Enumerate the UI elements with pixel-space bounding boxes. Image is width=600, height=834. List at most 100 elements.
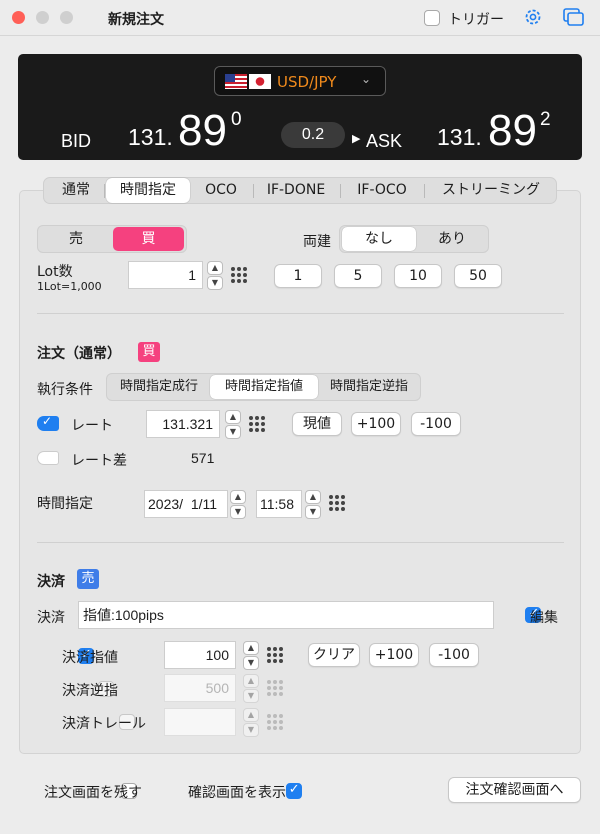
settle-label: 決済 <box>37 610 65 626</box>
settle-minus-100-button[interactable]: -100 <box>429 643 479 667</box>
rate-input[interactable]: 131.321 <box>146 410 220 438</box>
gear-icon[interactable] <box>523 7 543 27</box>
pair-label: USD/JPY <box>277 73 337 91</box>
lot-input[interactable]: 1 <box>128 261 203 289</box>
chevron-down-icon: ⌄ <box>361 72 372 86</box>
rate-plus-100-button[interactable]: +100 <box>351 412 401 436</box>
japan-flag-icon <box>249 74 271 89</box>
current-price-button[interactable]: 現値 <box>292 412 342 436</box>
zoom-window-button[interactable] <box>60 11 73 24</box>
rate-label: レート <box>71 418 113 434</box>
rate-ticker: USD/JPY ⌄ BID 131. 89 0 0.2 ▶ ASK 131. 8… <box>18 54 582 160</box>
settle-stop-input[interactable]: 500 <box>164 674 236 702</box>
ask-arrow-icon: ▶ <box>352 132 361 145</box>
tab-separator <box>104 184 105 198</box>
settle-limit-input[interactable]: 100 <box>164 641 236 669</box>
trigger-checkbox[interactable] <box>424 10 440 26</box>
tab-normal[interactable]: 通常 <box>48 178 104 203</box>
windows-icon[interactable] <box>563 8 585 28</box>
ask-label: ASK <box>366 131 403 151</box>
exec-limit-button[interactable]: 時間指定指値 <box>210 375 318 399</box>
tab-separator <box>424 184 425 198</box>
keypad-icon[interactable] <box>231 267 247 283</box>
settle-heading: 決済 <box>37 574 65 590</box>
keypad-icon[interactable] <box>329 495 345 511</box>
date-stepper[interactable]: ▲ ▼ <box>230 490 246 520</box>
lot-label: Lot数 <box>37 264 73 280</box>
rate-toggle[interactable]: ✓ <box>37 414 59 431</box>
tab-separator <box>340 184 341 198</box>
divider <box>37 313 564 314</box>
keypad-icon[interactable] <box>267 714 283 730</box>
lot-stepper[interactable]: ▲ ▼ <box>207 261 223 291</box>
sell-button[interactable]: 売 <box>40 227 112 251</box>
checkmark-icon: ✓ <box>42 414 53 428</box>
ryodate-yes-button[interactable]: あり <box>418 227 486 251</box>
bid-pips: 89 <box>178 106 227 155</box>
buy-badge: 買 <box>138 342 160 362</box>
time-input[interactable]: 11:58 <box>256 490 302 518</box>
tab-time-specified[interactable]: 時間指定 <box>106 178 190 203</box>
lot-quick-10-button[interactable]: 10 <box>394 264 442 288</box>
exec-condition-label: 執行条件 <box>37 382 93 398</box>
tab-streaming[interactable]: ストリーミング <box>429 178 553 203</box>
ryodate-selector: なし あり <box>339 225 489 253</box>
settle-stop-stepper[interactable]: ▲ ▼ <box>243 674 259 704</box>
order-type-tabs: 通常 時間指定 OCO IF-DONE IF-OCO ストリーミング <box>43 177 557 204</box>
edit-label: 編集 <box>530 610 558 626</box>
tab-separator <box>253 184 254 198</box>
sell-badge: 売 <box>77 569 99 589</box>
title-bar <box>0 0 600 36</box>
rate-stepper[interactable]: ▲ ▼ <box>225 410 241 440</box>
trigger-label: トリガー <box>448 12 504 28</box>
rate-diff-value: 571 <box>191 450 215 466</box>
ask-fraction: 2 <box>540 109 551 130</box>
rate-minus-100-button[interactable]: -100 <box>411 412 461 436</box>
bid-fraction: 0 <box>231 109 242 130</box>
close-window-button[interactable] <box>12 11 25 24</box>
clear-button[interactable]: クリア <box>308 643 360 667</box>
time-spec-label: 時間指定 <box>37 496 93 512</box>
tab-if-oco[interactable]: IF-OCO <box>344 178 420 203</box>
settle-trail-label: 決済トレール <box>62 716 146 732</box>
buy-button[interactable]: 買 <box>113 227 184 251</box>
ask-pips: 89 <box>488 106 537 155</box>
lot-quick-5-button[interactable]: 5 <box>334 264 382 288</box>
order-confirm-button[interactable]: 注文確認画面へ <box>448 777 581 803</box>
tab-if-done[interactable]: IF-DONE <box>257 178 335 203</box>
window-title: 新規注文 <box>108 12 164 28</box>
show-confirm-checkbox[interactable] <box>285 782 302 799</box>
keypad-icon[interactable] <box>267 680 283 696</box>
keep-window-label: 注文画面を残す <box>44 785 142 801</box>
divider <box>37 542 564 543</box>
lot-quick-50-button[interactable]: 50 <box>454 264 502 288</box>
settle-limit-stepper[interactable]: ▲ ▼ <box>243 641 259 671</box>
keypad-icon[interactable] <box>267 647 283 663</box>
settle-stop-label: 決済逆指 <box>62 683 118 699</box>
keypad-icon[interactable] <box>249 416 265 432</box>
lot-quick-1-button[interactable]: 1 <box>274 264 322 288</box>
ryodate-label: 両建 <box>303 234 331 250</box>
rate-diff-toggle[interactable] <box>37 451 59 465</box>
ryodate-none-button[interactable]: なし <box>342 227 416 251</box>
rate-diff-label: レート差 <box>71 453 127 469</box>
exec-market-button[interactable]: 時間指定成行 <box>110 375 208 399</box>
settle-summary-input[interactable]: 指値:100pips <box>78 601 494 629</box>
exec-condition-selector: 時間指定成行 時間指定指値 時間指定逆指 <box>106 373 421 401</box>
tab-oco[interactable]: OCO <box>193 178 249 203</box>
pair-selector[interactable]: USD/JPY ⌄ <box>214 66 386 96</box>
order-heading: 注文（通常） <box>37 346 121 362</box>
us-flag-icon <box>225 74 247 89</box>
side-selector: 売 買 <box>37 225 187 253</box>
bid-prefix: 131. <box>128 124 173 150</box>
settle-trail-stepper[interactable]: ▲ ▼ <box>243 708 259 738</box>
time-stepper[interactable]: ▲ ▼ <box>305 490 321 520</box>
settle-plus-100-button[interactable]: +100 <box>369 643 419 667</box>
settle-trail-input[interactable] <box>164 708 236 736</box>
minimize-window-button[interactable] <box>36 11 49 24</box>
settle-limit-label: 決済指値 <box>62 650 118 666</box>
lot-unit-label: 1Lot=1,000 <box>37 280 102 293</box>
date-input[interactable]: 2023/ 1/11 <box>144 490 228 518</box>
spread-badge: 0.2 <box>281 122 345 148</box>
exec-stop-button[interactable]: 時間指定逆指 <box>319 375 419 399</box>
